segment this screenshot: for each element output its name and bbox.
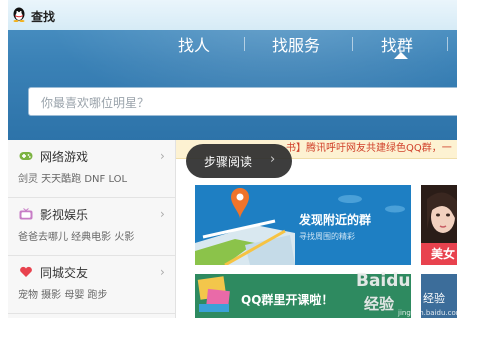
active-tab-indicator [394, 52, 408, 59]
banner-nearby-groups[interactable]: 发现附近的群 寻找周围的精彩 [195, 185, 411, 265]
sidebar-item-title: 同城交友 [40, 266, 89, 280]
sidebar-item-tags[interactable]: 剑灵 天天酷跑 DNF LOL [18, 170, 127, 185]
watermark-url: jingyan.baidu.com [398, 309, 463, 317]
watermark-label: 经验 [364, 295, 395, 313]
banner-title: 发现附近的群 [299, 213, 372, 227]
nav-divider [447, 37, 448, 51]
sidebar-item-title: 网络游戏 [40, 150, 89, 164]
chevron-right-icon: › [270, 152, 276, 167]
gamepad-icon [19, 152, 33, 160]
search-input[interactable] [39, 88, 457, 117]
sidebar-item-film-entertainment[interactable]: 影视娱乐 › 爸爸去哪儿 经典电影 火影 [8, 198, 175, 256]
chevron-right-icon: › [160, 207, 165, 221]
search-box [28, 87, 457, 117]
qq-penguin-icon [13, 7, 25, 22]
chevron-right-icon: › [160, 265, 165, 279]
sidebar-item-tags[interactable]: 宠物 摄影 母婴 跑步 [18, 286, 108, 301]
tab-find-people[interactable]: 找人 [178, 32, 210, 56]
nav-divider [244, 37, 245, 51]
window-title: 查找 [31, 10, 56, 24]
tv-icon [19, 208, 33, 220]
title-bar: 查找 [8, 0, 457, 30]
nav-bar: 找人 找服务 找群 [8, 30, 457, 60]
nav-divider [352, 37, 353, 51]
sidebar-item-online-games[interactable]: 网络游戏 › 剑灵 天天酷跑 DNF LOL [8, 140, 175, 198]
tab-find-service[interactable]: 找服务 [272, 32, 320, 56]
sidebar-item-tags[interactable]: 爸爸去哪儿 经典电影 火影 [18, 228, 134, 243]
step-reading-tooltip[interactable]: 步骤阅读 › [186, 144, 292, 178]
sidebar-item-title: 影视娱乐 [40, 208, 89, 222]
portrait-caption: 美女 [421, 243, 457, 265]
banner-portrait[interactable]: 美女 [421, 185, 457, 265]
category-sidebar: 网络游戏 › 剑灵 天天酷跑 DNF LOL 影视娱乐 › 爸爸去哪儿 经典电影… [8, 140, 176, 318]
tab-find-group[interactable]: 找群 [381, 32, 413, 56]
sidebar-item-local-dating[interactable]: 同城交友 › 宠物 摄影 母婴 跑步 [8, 256, 175, 314]
banner-subtitle: 寻找周围的精彩 [299, 232, 355, 241]
banner-title: QQ群里开课啦！ [241, 293, 334, 307]
heart-icon [20, 266, 32, 277]
chevron-right-icon: › [160, 149, 165, 163]
ticker-text: 书】腾讯呼吁网友共建绿色QQ群，一 [286, 143, 452, 154]
watermark-brand: Baidu [356, 271, 411, 291]
baidu-watermark: Baidu 经验 jingyan.baidu.com [356, 271, 466, 321]
tooltip-label: 步骤阅读 [204, 155, 253, 169]
